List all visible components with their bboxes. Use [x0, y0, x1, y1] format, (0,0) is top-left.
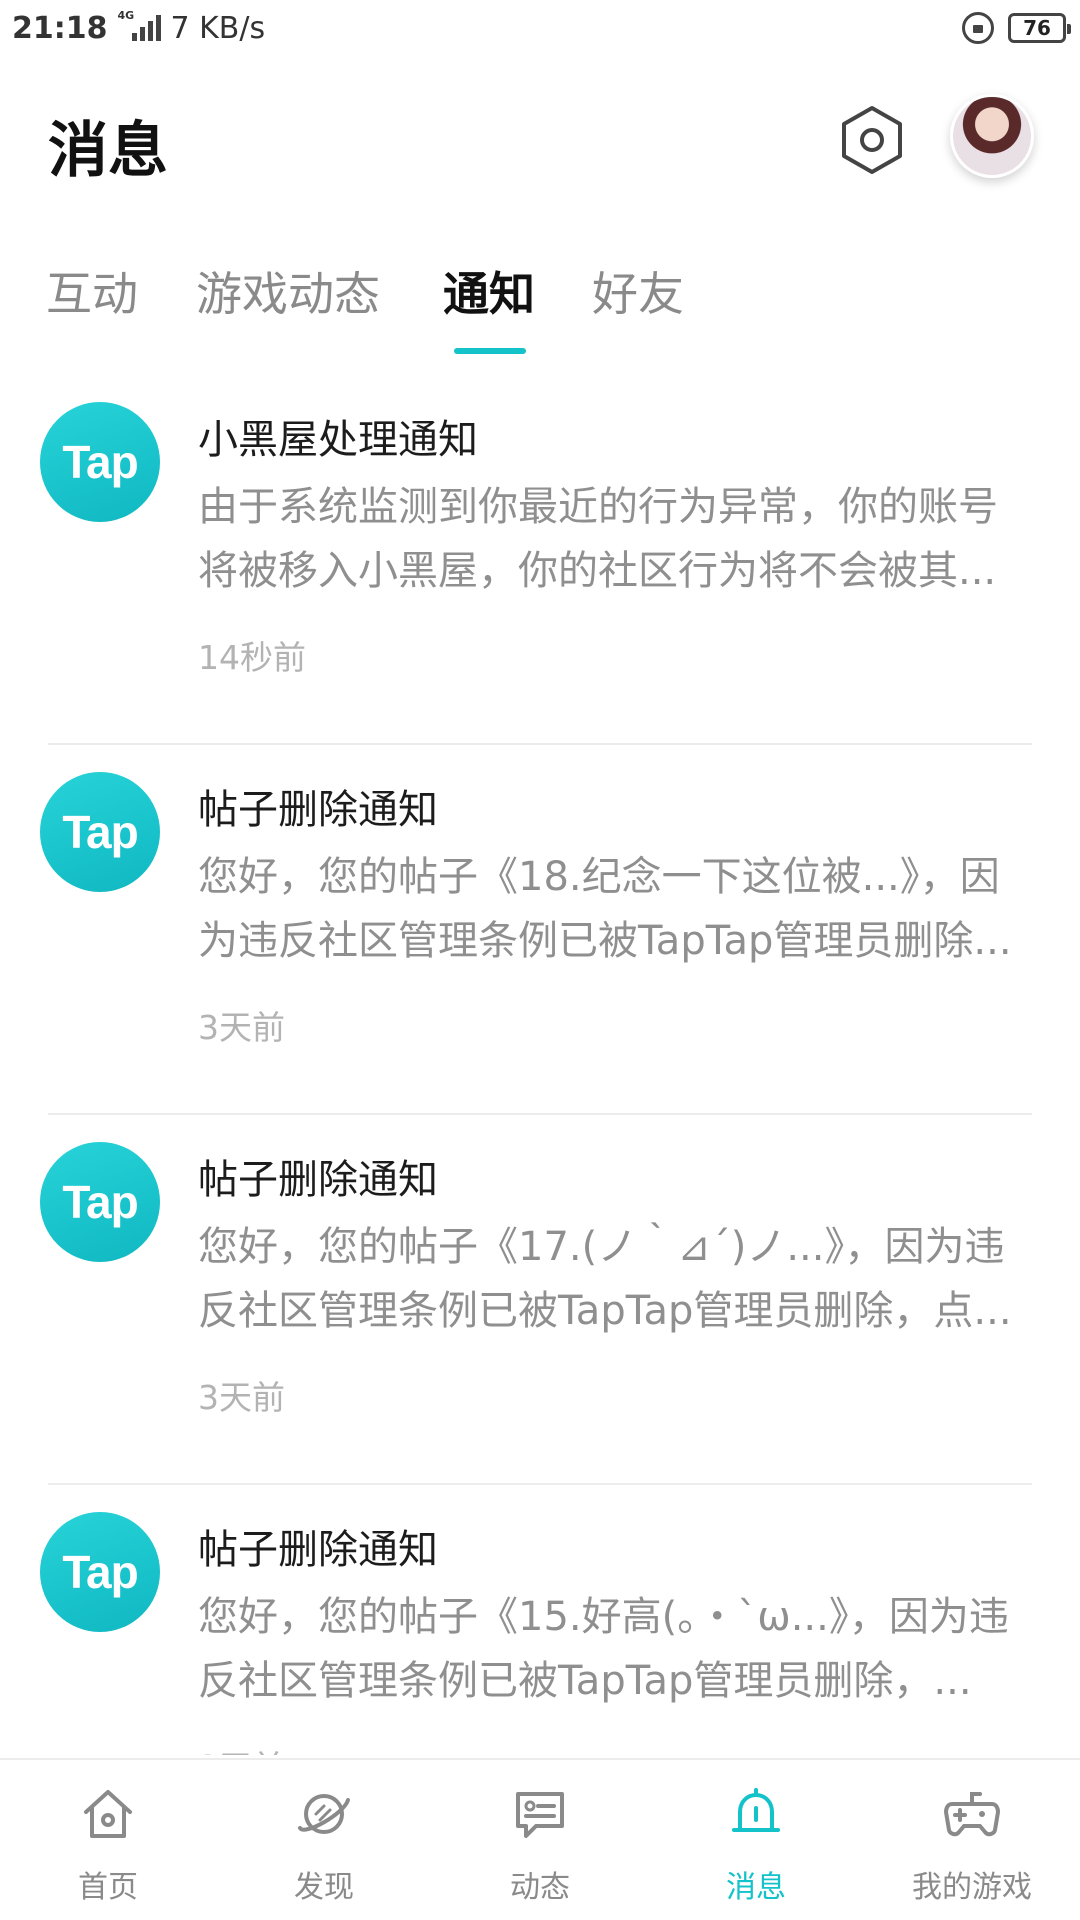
gamepad-icon	[944, 1792, 1000, 1837]
status-time: 21:18	[12, 10, 108, 46]
avatar[interactable]	[950, 94, 1034, 178]
tab-interaction[interactable]: 互动	[46, 258, 138, 324]
hexagon-gear-icon	[842, 106, 902, 174]
status-bar: 21:18 4G 7 KB/s 76	[0, 0, 1080, 56]
notification-time: 3天前	[198, 1008, 285, 1047]
notification-item[interactable]: Tap 帖子删除通知 您好，您的帖子《15.好高(。・`ω...》，因为违反社区…	[0, 1485, 1080, 1755]
notification-title: 帖子删除通知	[198, 1527, 438, 1573]
taptap-logo: Tap	[40, 1142, 160, 1262]
nav-label: 动态	[510, 1870, 570, 1905]
home-icon	[84, 1790, 132, 1838]
notification-title: 帖子删除通知	[198, 787, 438, 833]
tab-friends[interactable]: 好友	[592, 258, 684, 324]
notification-time: 3天前	[198, 1741, 285, 1755]
notification-title: 帖子删除通知	[198, 1157, 438, 1203]
signal-icon: 4G	[118, 9, 161, 41]
nav-feed[interactable]: 动态	[432, 1760, 648, 1920]
rotation-lock-icon	[962, 12, 994, 44]
feed-icon	[516, 1792, 564, 1838]
tab-bar: 互动 游戏动态 通知 好友	[0, 250, 1080, 360]
notification-item[interactable]: Tap 帖子删除通知 您好，您的帖子《17.(ノ｀⊿´)ノ...》，因为违反社区…	[0, 1115, 1080, 1485]
notification-item[interactable]: Tap 小黑屋处理通知 由于系统监测到你最近的行为异常，你的账号将被移入小黑屋，…	[0, 375, 1080, 745]
network-type: 4G	[117, 9, 135, 22]
notification-body: 您好，您的帖子《18.纪念一下这位被...》，因为违反社区管理条例已被TapTa…	[198, 854, 1012, 964]
notification-title: 小黑屋处理通知	[198, 417, 478, 463]
tab-game-news[interactable]: 游戏动态	[196, 258, 380, 324]
network-speed: 7 KB/s	[170, 10, 266, 46]
taptap-logo: Tap	[40, 772, 160, 892]
nav-my-games[interactable]: 我的游戏	[864, 1760, 1080, 1920]
nav-home[interactable]: 首页	[0, 1760, 216, 1920]
nav-label: 消息	[726, 1870, 786, 1905]
active-tab-indicator	[454, 348, 526, 354]
notification-body: 您好，您的帖子《15.好高(。・`ω...》，因为违反社区管理条例已被TapTa…	[198, 1594, 1009, 1704]
nav-messages[interactable]: 消息	[648, 1760, 864, 1920]
taptap-logo: Tap	[40, 402, 160, 522]
notification-list: Tap 小黑屋处理通知 由于系统监测到你最近的行为异常，你的账号将被移入小黑屋，…	[0, 375, 1080, 1755]
bottom-nav: 首页 发现 动态 消息 我的游戏	[0, 1758, 1080, 1920]
nav-label: 首页	[78, 1870, 138, 1905]
taptap-logo: Tap	[40, 1512, 160, 1632]
nav-label: 我的游戏	[912, 1870, 1032, 1905]
header: 消息	[0, 80, 1080, 200]
notification-item[interactable]: Tap 帖子删除通知 您好，您的帖子《18.纪念一下这位被...》，因为违反社区…	[0, 745, 1080, 1115]
nav-discover[interactable]: 发现	[216, 1760, 432, 1920]
screen: 21:18 4G 7 KB/s 76 消息 互动 游戏动态 通知 好友 Tap …	[0, 0, 1080, 1920]
bell-icon	[732, 1788, 780, 1832]
page-title: 消息	[48, 116, 168, 186]
tab-notifications[interactable]: 通知	[443, 258, 535, 324]
status-right: 76	[962, 12, 1071, 44]
planet-icon	[298, 1794, 350, 1834]
notification-body: 由于系统监测到你最近的行为异常，你的账号将被移入小黑屋，你的社区行为将不会被其.…	[198, 484, 998, 594]
battery-level: 76	[1023, 16, 1051, 40]
settings-button[interactable]	[832, 100, 912, 180]
battery-icon: 76	[1008, 13, 1071, 43]
notification-time: 3天前	[198, 1378, 285, 1417]
nav-label: 发现	[294, 1870, 354, 1905]
notification-body: 您好，您的帖子《17.(ノ｀⊿´)ノ...》，因为违反社区管理条例已被TapTa…	[198, 1224, 1012, 1334]
status-left: 21:18 4G 7 KB/s	[12, 9, 266, 46]
notification-time: 14秒前	[198, 638, 306, 677]
